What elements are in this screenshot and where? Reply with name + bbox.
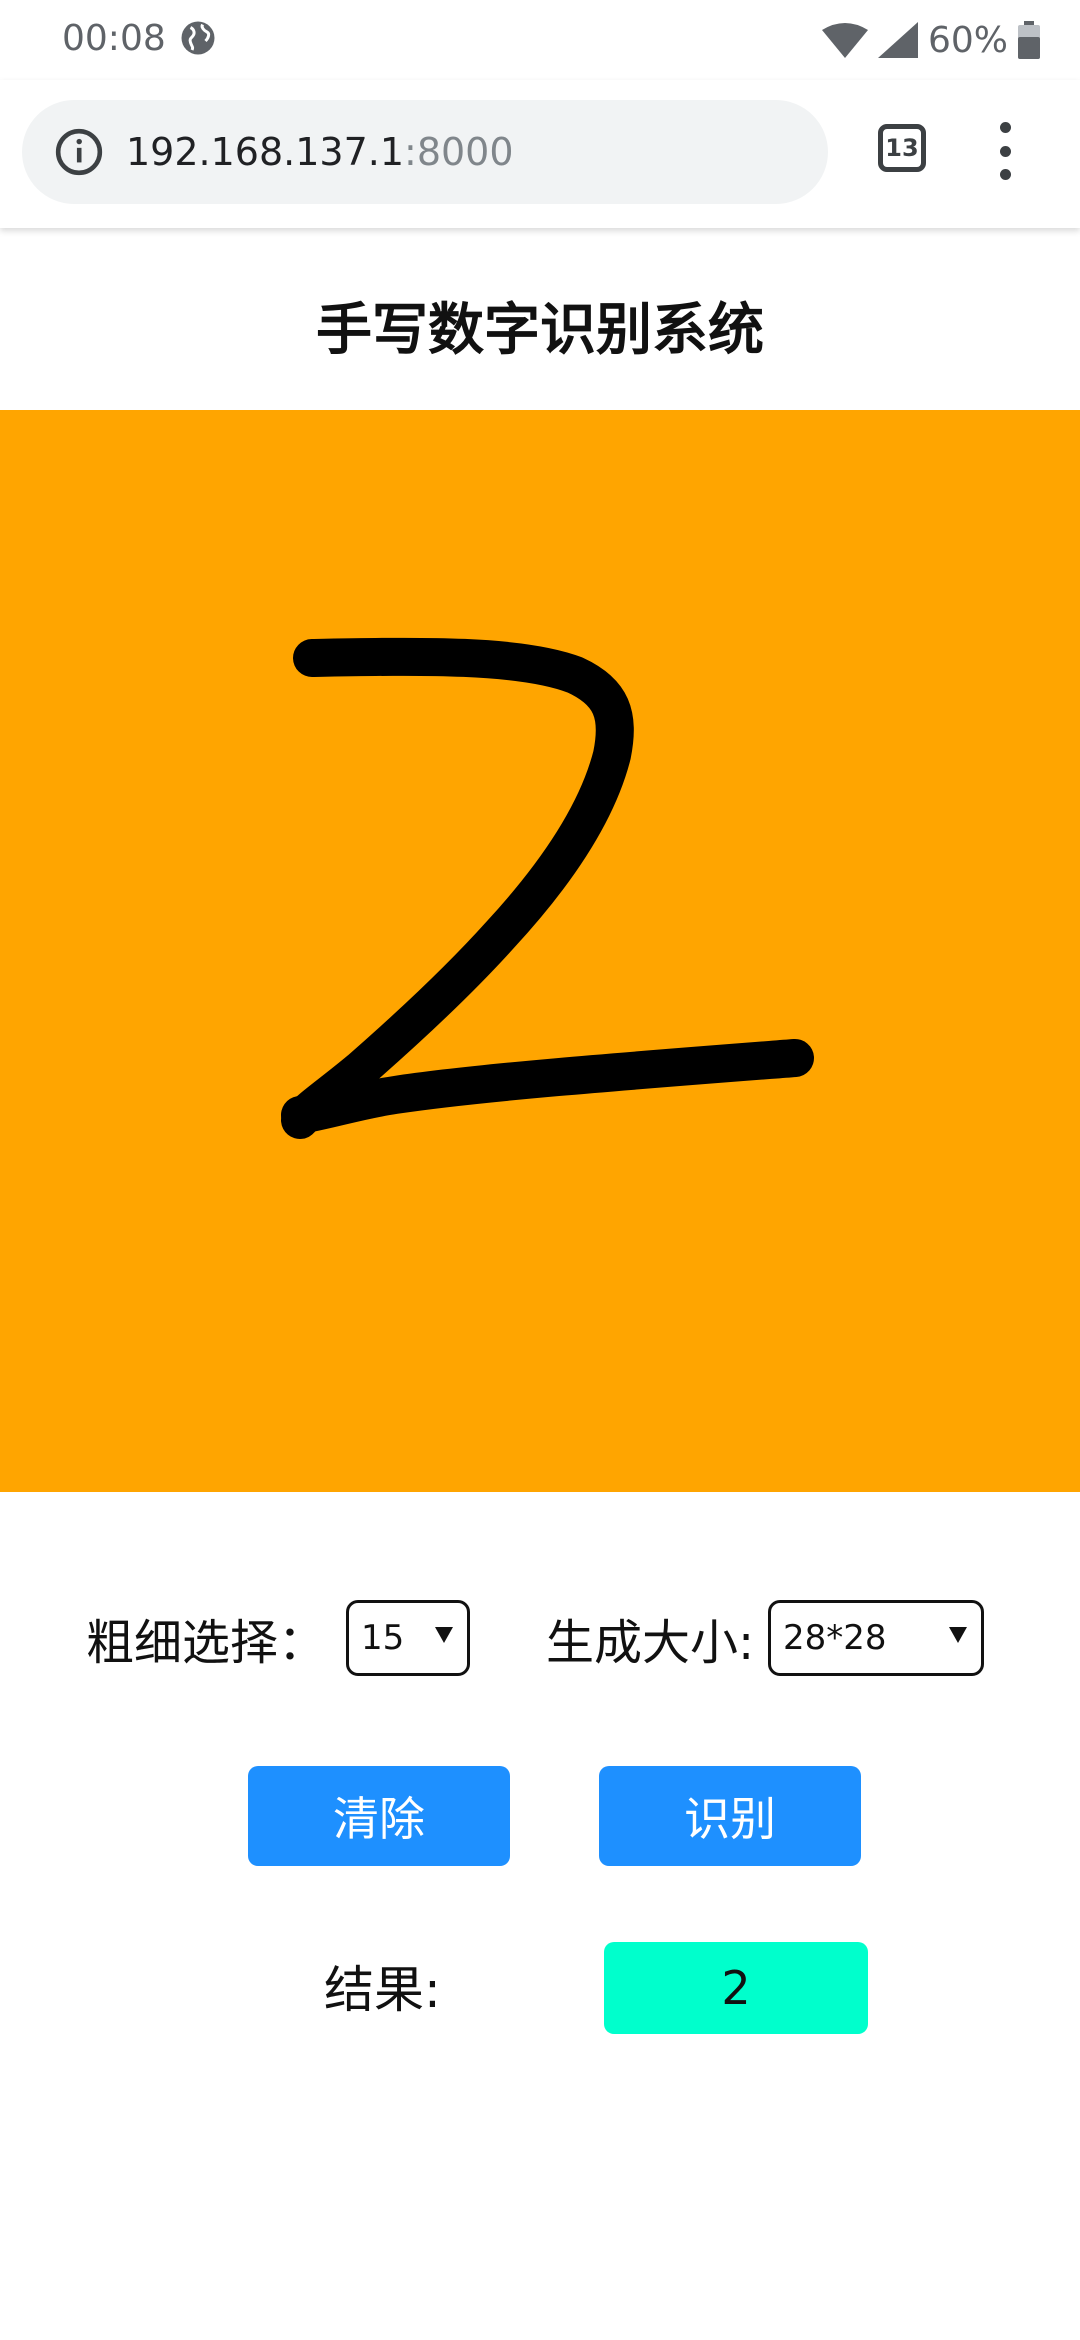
chevron-down-icon [435, 1627, 453, 1643]
address-bar[interactable]: 192.168.137.1:8000 [22, 100, 828, 204]
drawing-canvas[interactable] [0, 410, 1080, 1492]
page-title: 手写数字识别系统 [316, 298, 764, 363]
status-indicators: 60% [821, 18, 1040, 62]
result-label: 结果: [324, 1961, 441, 2019]
tab-count: 13 [885, 134, 919, 162]
overflow-menu-icon[interactable] [990, 116, 1020, 186]
url-host: 192.168.137.1 [126, 130, 405, 174]
battery-icon [1018, 21, 1040, 59]
wifi-icon [821, 23, 868, 58]
size-select-value: 28*28 [783, 1618, 887, 1658]
handwritten-stroke [281, 637, 814, 1139]
info-icon[interactable] [54, 127, 104, 177]
browser-toolbar: 192.168.137.1:8000 13 [0, 80, 1080, 228]
thickness-select[interactable]: 15 [346, 1600, 470, 1676]
recognize-button[interactable]: 识别 [599, 1766, 861, 1866]
tab-switcher-button[interactable]: 13 [878, 124, 926, 172]
status-time: 00:08 [62, 18, 166, 59]
battery-percent: 60% [927, 19, 1008, 61]
globe-icon [181, 21, 215, 55]
url-port: :8000 [404, 130, 514, 174]
size-select[interactable]: 28*28 [768, 1600, 984, 1676]
status-bar: 00:08 60% [0, 0, 1080, 80]
size-label: 生成大小: [546, 1615, 755, 1671]
result-value: 2 [604, 1942, 868, 2034]
chevron-down-icon [949, 1627, 967, 1643]
thickness-label: 粗细选择： [86, 1615, 327, 1671]
clear-button[interactable]: 清除 [248, 1766, 510, 1866]
cellular-signal-icon [877, 22, 918, 58]
url-text[interactable]: 192.168.137.1:8000 [126, 130, 514, 174]
thickness-select-value: 15 [361, 1618, 405, 1658]
